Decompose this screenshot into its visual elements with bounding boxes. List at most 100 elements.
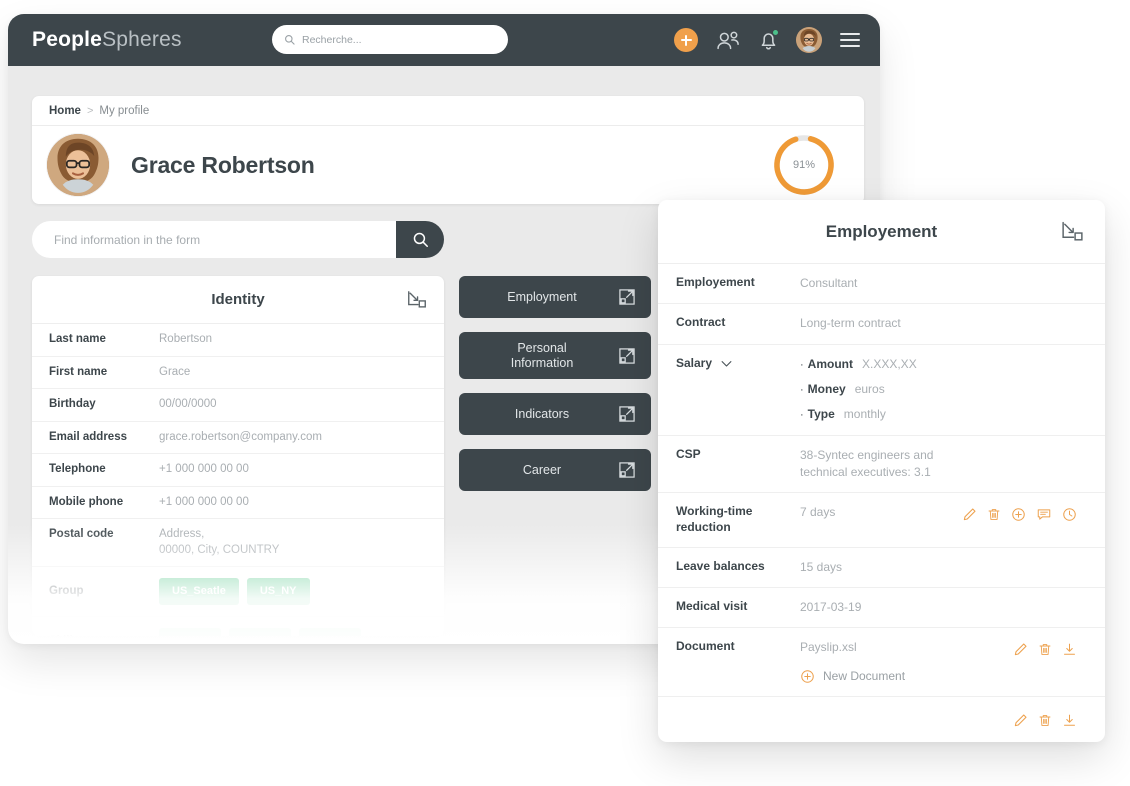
- tag[interactable]: [229, 627, 291, 636]
- nav-button-career[interactable]: Career: [459, 449, 651, 491]
- top-navigation-bar: PeopleSpheres Recherche...: [8, 14, 880, 66]
- breadcrumb-home[interactable]: Home: [49, 105, 81, 117]
- logo-bold-text: People: [32, 28, 103, 51]
- add-icon[interactable]: [1011, 507, 1026, 522]
- field-label: Mobile phone: [49, 495, 124, 508]
- field-label-salary: Salary: [676, 356, 800, 372]
- delete-icon[interactable]: [987, 507, 1001, 522]
- table-row: Group US_Seatle US_NY: [32, 567, 444, 617]
- page-title: Grace Robertson: [131, 151, 315, 178]
- field-value[interactable]: 00/00/0000: [159, 397, 444, 413]
- table-row: Document Payslip.xsl New Document: [658, 628, 1105, 698]
- sub-field-value[interactable]: X.XXX,XX: [862, 356, 917, 373]
- table-row: Email address grace.robertson@company.co…: [32, 422, 444, 455]
- table-row: Mobile phone +1 000 000 00 00: [32, 487, 444, 520]
- minimize-icon[interactable]: [406, 289, 428, 311]
- bullet-icon: ·: [800, 383, 804, 396]
- field-value[interactable]: grace.robertson@company.com: [159, 430, 444, 446]
- field-label: Working-time reduction: [676, 504, 753, 534]
- add-icon[interactable]: [674, 28, 698, 52]
- row-actions: [962, 507, 1077, 522]
- nav-button-indicators[interactable]: Indicators: [459, 393, 651, 435]
- sub-field-value[interactable]: euros: [855, 381, 885, 398]
- form-search-button[interactable]: [396, 221, 444, 258]
- breadcrumb: Home > My profile: [32, 96, 864, 126]
- screenshot-root: PeopleSpheres Recherche... Home > My pro…: [0, 0, 1130, 786]
- notifications-bell[interactable]: [759, 28, 779, 51]
- delete-icon[interactable]: [1038, 713, 1052, 728]
- table-row: Employement Consultant: [658, 264, 1105, 305]
- new-document-label: New Document: [823, 668, 906, 683]
- field-value[interactable]: 2017-03-19: [800, 599, 1105, 616]
- nav-button-employment[interactable]: Employment: [459, 276, 651, 318]
- field-value[interactable]: Long-term contract: [800, 315, 1105, 332]
- field-label: CSP: [676, 446, 701, 461]
- edit-icon[interactable]: [962, 507, 977, 522]
- minimize-icon[interactable]: [1060, 219, 1085, 244]
- field-label: Postal code: [49, 528, 114, 541]
- sub-field-value[interactable]: monthly: [844, 406, 886, 423]
- section-nav: Employment Personal Information Indicato…: [459, 276, 651, 505]
- form-search-input[interactable]: Find information in the form: [32, 221, 396, 258]
- list-item: · Type monthly: [800, 406, 1091, 424]
- comment-icon[interactable]: [1036, 507, 1052, 522]
- nav-button-personal-information[interactable]: Personal Information: [459, 332, 651, 379]
- group-tags: US_Seatle US_NY: [159, 578, 444, 605]
- people-icon[interactable]: [716, 30, 741, 51]
- field-label: First name: [49, 365, 108, 378]
- topbar-actions: [674, 14, 860, 66]
- field-value[interactable]: 15 days: [800, 559, 1105, 576]
- expand-icon: [617, 460, 637, 480]
- avatar[interactable]: [796, 27, 822, 53]
- field-value[interactable]: Consultant: [800, 275, 1105, 292]
- edit-icon[interactable]: [1013, 713, 1028, 728]
- history-icon[interactable]: [1062, 507, 1077, 522]
- tag[interactable]: [299, 627, 361, 636]
- expand-icon: [617, 287, 637, 307]
- breadcrumb-current: My profile: [99, 104, 150, 117]
- skills-tags: [159, 627, 444, 636]
- field-label: Telephone: [49, 463, 106, 476]
- completion-percentage: 91%: [792, 159, 816, 171]
- download-icon[interactable]: [1062, 642, 1077, 657]
- tag[interactable]: [159, 627, 221, 636]
- download-icon[interactable]: [1062, 713, 1077, 728]
- field-value[interactable]: 38-Syntec engineers and technical execut…: [800, 447, 1105, 482]
- tag[interactable]: US_Seatle: [159, 578, 239, 605]
- search-icon: [284, 34, 295, 45]
- field-label: Salary: [676, 355, 713, 370]
- table-row: Birthday 00/00/0000: [32, 389, 444, 422]
- hamburger-menu-icon[interactable]: [840, 33, 860, 47]
- edit-icon[interactable]: [1013, 642, 1028, 657]
- chevron-down-icon[interactable]: [719, 356, 734, 371]
- peoplespheres-logo[interactable]: PeopleSpheres: [32, 28, 182, 52]
- field-value[interactable]: Robertson: [159, 332, 444, 348]
- field-value[interactable]: Address, 00000, City, COUNTRY: [159, 527, 444, 558]
- nav-button-label: Indicators: [514, 406, 570, 421]
- identity-card-header: Identity: [32, 276, 444, 324]
- field-label: Group: [49, 585, 84, 598]
- field-value[interactable]: +1 000 000 00 00: [159, 462, 444, 478]
- bullet-icon: ·: [800, 358, 804, 371]
- profile-row: Grace Robertson 91%: [32, 126, 864, 204]
- global-search-input[interactable]: Recherche...: [272, 25, 508, 54]
- table-row: Leave balances 15 days: [658, 548, 1105, 588]
- field-label: Medical visit: [676, 598, 748, 613]
- row-actions: [1013, 642, 1077, 657]
- field-value[interactable]: +1 000 000 00 00: [159, 495, 444, 511]
- field-label: Skills: [49, 628, 159, 636]
- tag[interactable]: US_NY: [246, 578, 310, 605]
- employment-panel-title: Employement: [825, 221, 938, 241]
- search-icon: [412, 231, 429, 248]
- new-document-button[interactable]: New Document: [800, 668, 1091, 685]
- field-value[interactable]: Payslip.xsl: [800, 640, 857, 654]
- employment-panel-header: Employement: [658, 200, 1105, 264]
- field-label: Employement: [676, 275, 755, 289]
- delete-icon[interactable]: [1038, 642, 1052, 657]
- list-item: · Amount X.XXX,XX: [800, 356, 1091, 374]
- profile-avatar[interactable]: [47, 134, 109, 196]
- field-value[interactable]: Grace: [159, 365, 444, 381]
- nav-button-label: Employment: [507, 289, 577, 304]
- row-actions: [676, 713, 1105, 728]
- list-item: · Money euros: [800, 381, 1091, 399]
